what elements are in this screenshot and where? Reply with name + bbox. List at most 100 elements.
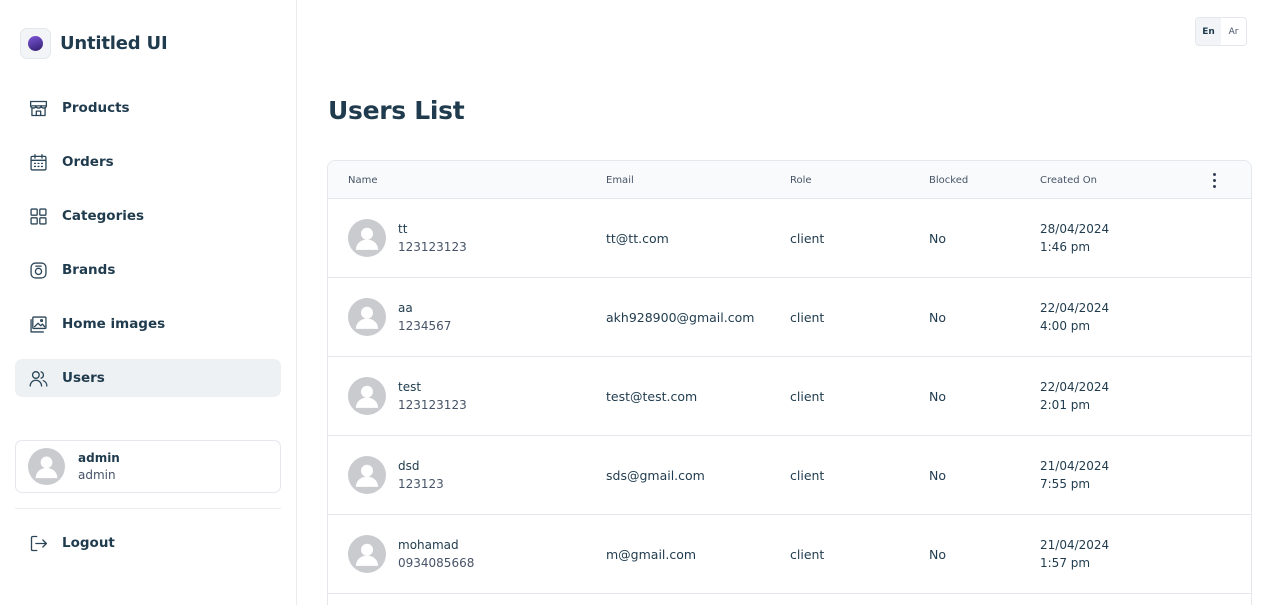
grid-icon (27, 205, 49, 227)
sidebar-item-label: Users (62, 370, 105, 386)
profile-role: admin (78, 467, 116, 482)
user-created-on: 22/04/2024 2:01 pm (1040, 357, 1109, 435)
lang-en-button[interactable]: En (1196, 18, 1221, 45)
user-role: client (790, 388, 825, 404)
avatar (348, 535, 386, 573)
user-email: akh928900@gmail.com (606, 309, 755, 325)
user-phone: 123123 (398, 477, 444, 491)
gallery-icon (27, 313, 49, 335)
user-avatar-icon (355, 543, 379, 566)
column-header-email[interactable]: Email (606, 161, 634, 199)
user-avatar-icon (355, 306, 379, 329)
user-email: tt@tt.com (606, 230, 669, 246)
user-avatar-icon (355, 227, 379, 250)
brand-logo-icon (20, 28, 51, 59)
user-blocked: No (929, 467, 946, 483)
table-header: Name Email Role Blocked Created On (328, 161, 1251, 199)
user-name: mohamad (398, 538, 459, 552)
user-name: aa (398, 301, 413, 315)
sidebar-item-categories[interactable]: Categories (15, 197, 281, 235)
user-email: m@gmail.com (606, 546, 697, 562)
column-header-name[interactable]: Name (348, 161, 378, 199)
user-phone: 123123123 (398, 398, 467, 412)
user-created-on: 28/04/2024 1:46 pm (1040, 199, 1109, 277)
brand[interactable]: Untitled UI (20, 28, 168, 59)
user-cell: aa 1234567 (348, 278, 451, 356)
created-time: 4:00 pm (1040, 319, 1091, 333)
user-email: sds@gmail.com (606, 467, 705, 483)
user-email: test@test.com (606, 388, 698, 404)
user-phone: 1234567 (398, 319, 452, 333)
column-header-created-on[interactable]: Created On (1040, 161, 1097, 199)
instagram-icon (27, 259, 49, 281)
user-blocked: No (929, 388, 946, 404)
logout-button[interactable]: Logout (15, 524, 281, 562)
user-blocked: No (929, 230, 946, 246)
user-role: client (790, 546, 825, 562)
created-date: 22/04/2024 (1040, 301, 1110, 315)
created-date: 21/04/2024 (1040, 459, 1110, 473)
sidebar: Untitled UI Products Orders Categories B… (0, 0, 297, 605)
created-time: 7:55 pm (1040, 477, 1091, 491)
logout-label: Logout (62, 535, 115, 551)
brand-name: Untitled UI (60, 33, 168, 54)
sidebar-item-products[interactable]: Products (15, 89, 281, 127)
created-date: 21/04/2024 (1040, 538, 1110, 552)
column-header-role[interactable]: Role (790, 161, 812, 199)
created-date: 28/04/2024 (1040, 222, 1110, 236)
user-cell: tt 123123123 (348, 199, 467, 277)
user-phone: 0934085668 (398, 556, 475, 570)
table-body: tt 123123123 tt@tt.com client No 28/04/2… (328, 199, 1251, 594)
user-avatar-icon (355, 385, 379, 408)
more-options-icon[interactable] (1206, 170, 1222, 190)
sidebar-item-label: Brands (62, 262, 116, 278)
avatar (348, 219, 386, 257)
sidebar-item-home-images[interactable]: Home images (15, 305, 281, 343)
column-header-blocked[interactable]: Blocked (929, 161, 968, 199)
sidebar-item-brands[interactable]: Brands (15, 251, 281, 289)
table-row[interactable]: mohamad 0934085668 m@gmail.com client No… (328, 515, 1251, 594)
avatar (348, 298, 386, 336)
user-name: dsd (398, 459, 420, 473)
avatar (28, 448, 65, 485)
user-name: tt (398, 222, 408, 236)
created-time: 1:57 pm (1040, 556, 1091, 570)
table-row[interactable]: aa 1234567 akh928900@gmail.com client No… (328, 278, 1251, 357)
user-role: client (790, 467, 825, 483)
user-avatar-icon (355, 464, 379, 487)
users-icon (27, 367, 49, 389)
user-name: test (398, 380, 422, 394)
users-table: Name Email Role Blocked Created On tt 12… (327, 160, 1252, 605)
profile-name: admin (78, 450, 120, 465)
sidebar-item-label: Orders (62, 154, 114, 170)
created-date: 22/04/2024 (1040, 380, 1110, 394)
user-avatar-icon (35, 456, 58, 479)
sidebar-item-orders[interactable]: Orders (15, 143, 281, 181)
table-row[interactable]: dsd 123123 sds@gmail.com client No 21/04… (328, 436, 1251, 515)
user-cell: dsd 123123 (348, 436, 444, 514)
user-created-on: 21/04/2024 7:55 pm (1040, 436, 1109, 514)
page-title: Users List (328, 96, 465, 125)
language-switch: En Ar (1195, 17, 1247, 46)
logout-icon (27, 532, 49, 554)
sidebar-item-label: Home images (62, 316, 166, 332)
user-cell: mohamad 0934085668 (348, 515, 474, 593)
user-role: client (790, 309, 825, 325)
storefront-icon (27, 97, 49, 119)
calendar-icon (27, 151, 49, 173)
user-role: client (790, 230, 825, 246)
sidebar-divider (15, 508, 281, 509)
created-time: 2:01 pm (1040, 398, 1091, 412)
sidebar-item-label: Products (62, 100, 130, 116)
user-phone: 123123123 (398, 240, 467, 254)
created-time: 1:46 pm (1040, 240, 1091, 254)
user-created-on: 22/04/2024 4:00 pm (1040, 278, 1109, 356)
user-profile-card[interactable]: admin admin (15, 440, 281, 493)
avatar (348, 377, 386, 415)
avatar (348, 456, 386, 494)
table-row[interactable]: tt 123123123 tt@tt.com client No 28/04/2… (328, 199, 1251, 278)
lang-ar-button[interactable]: Ar (1221, 18, 1246, 45)
user-blocked: No (929, 309, 946, 325)
sidebar-item-users[interactable]: Users (15, 359, 281, 397)
table-row[interactable]: test 123123123 test@test.com client No 2… (328, 357, 1251, 436)
